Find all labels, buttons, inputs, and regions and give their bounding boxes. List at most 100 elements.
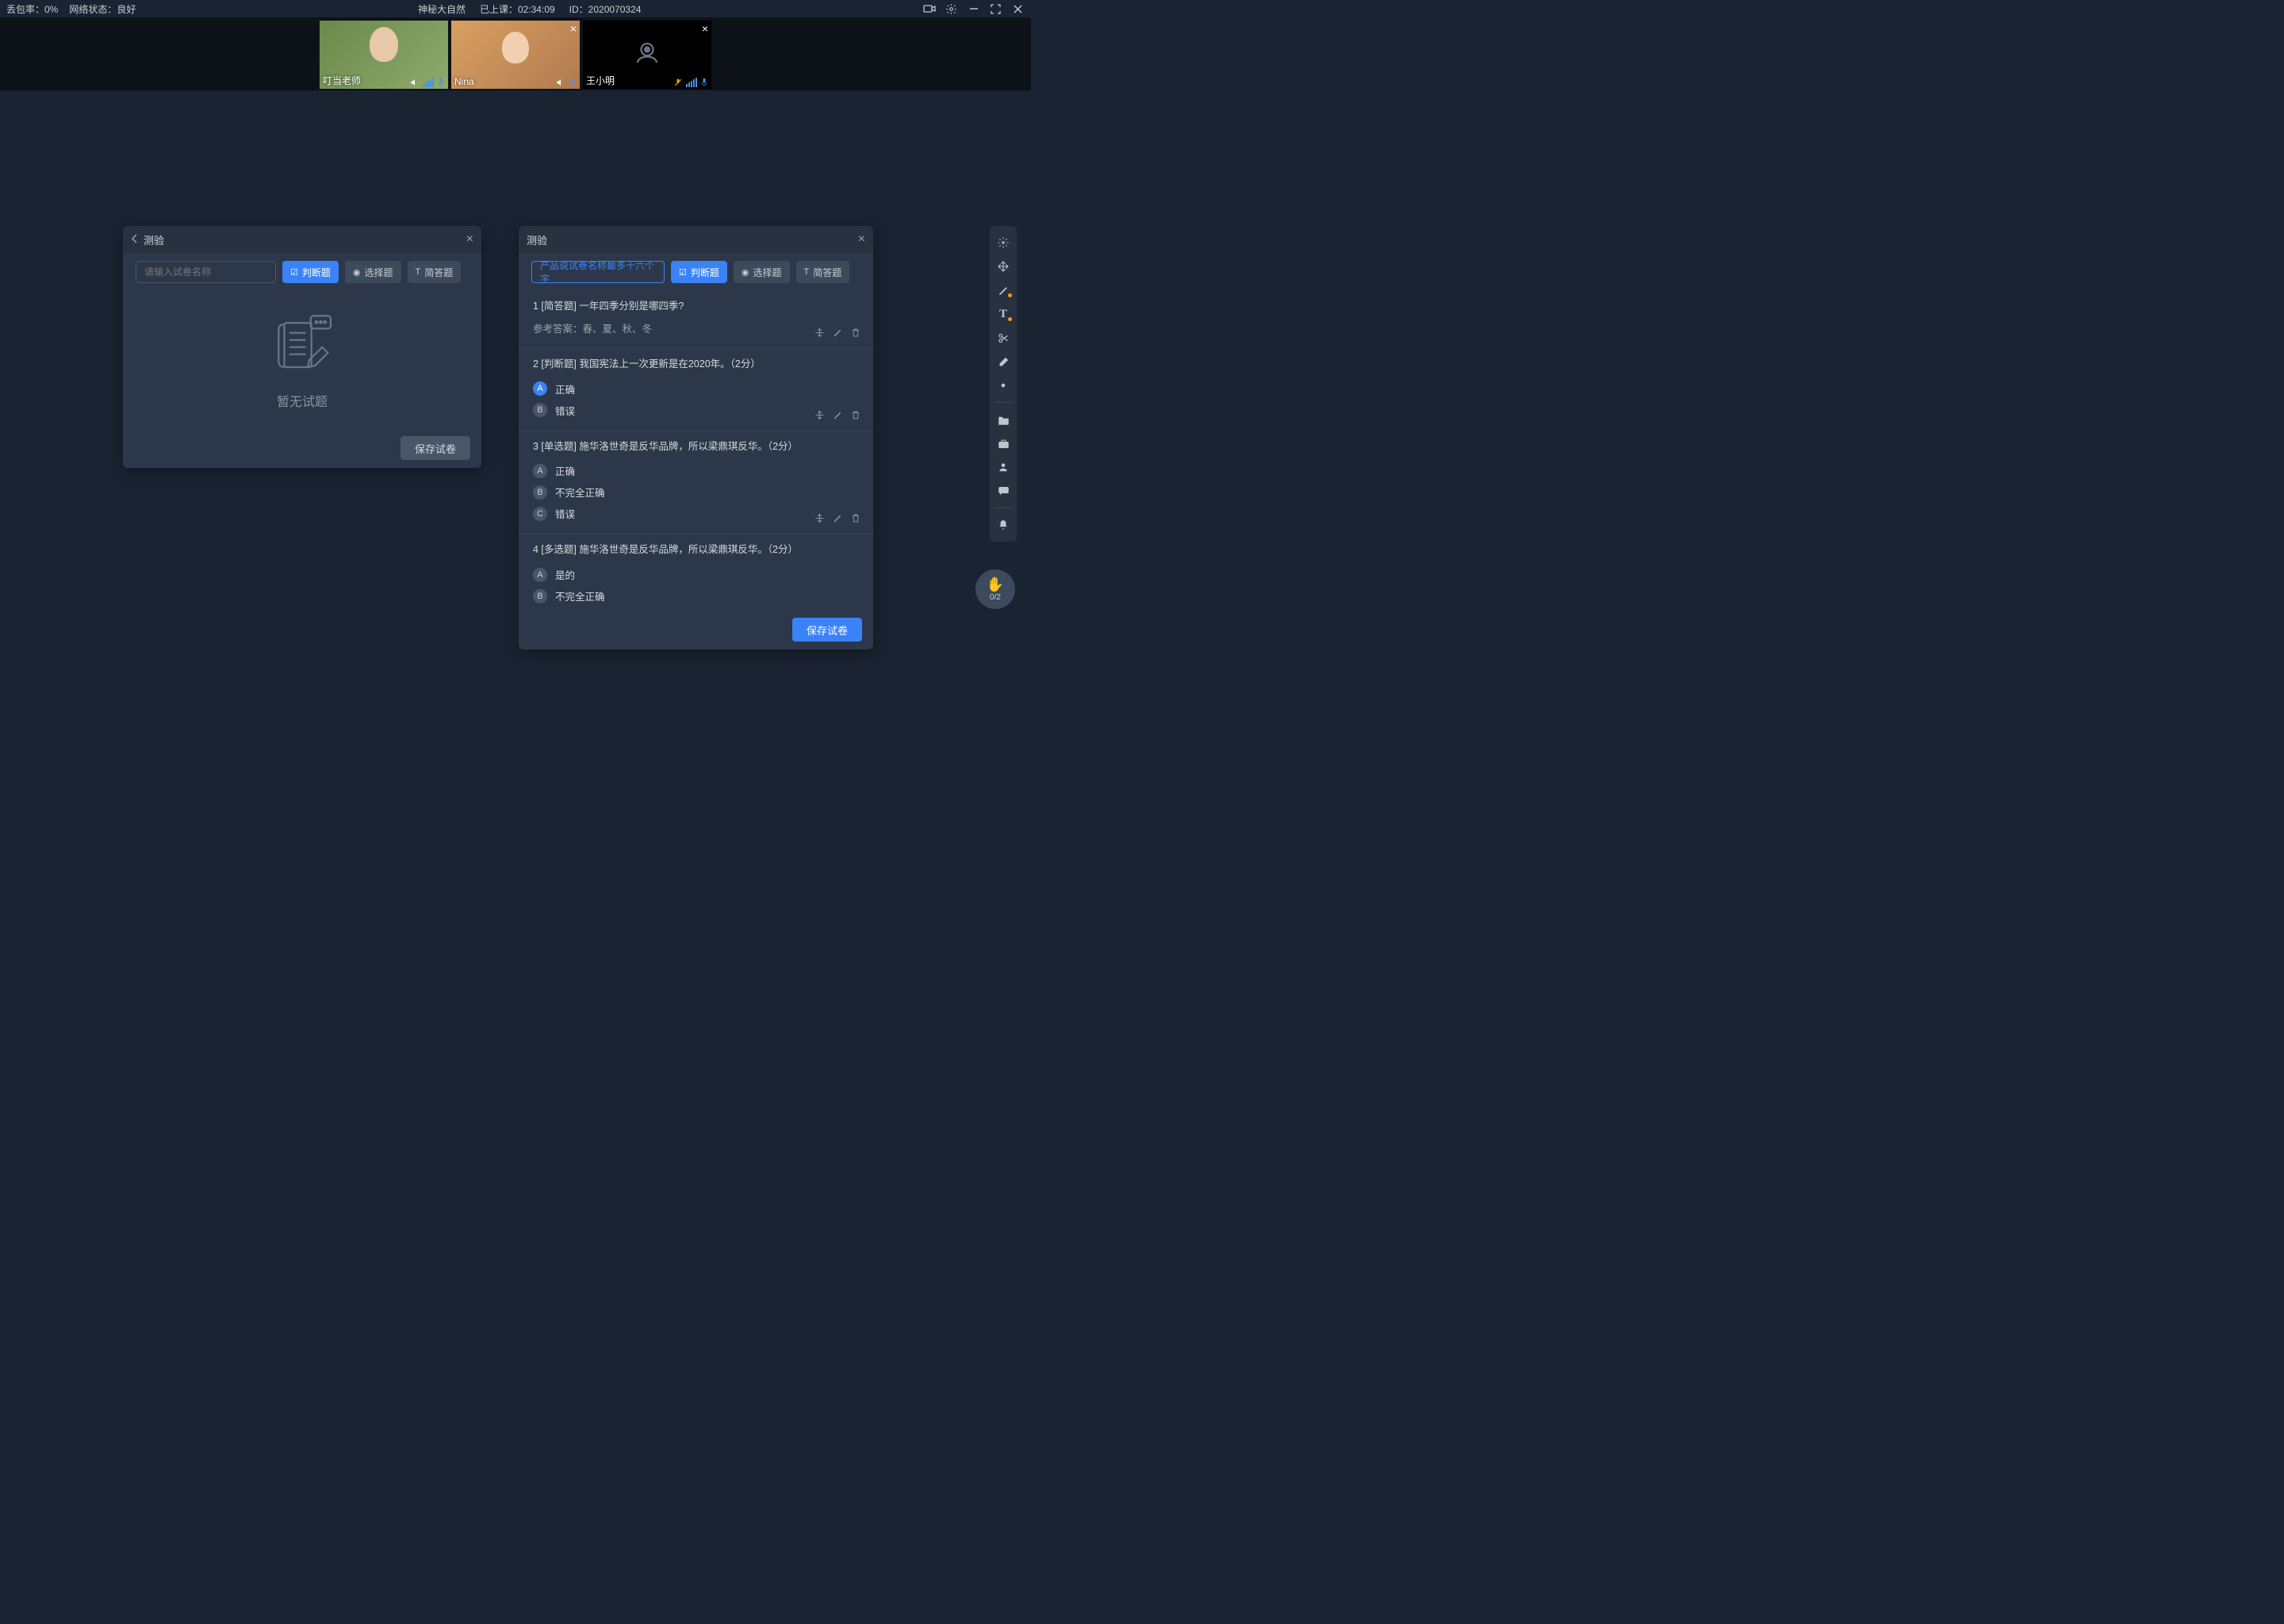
option-text: 不完全正确 (555, 485, 605, 500)
text-tool-icon[interactable]: T (993, 304, 1014, 324)
delete-icon[interactable] (851, 513, 860, 526)
back-icon[interactable] (131, 234, 139, 246)
delete-icon[interactable] (851, 327, 860, 340)
option-text: 正确 (555, 381, 575, 396)
add-judge-button[interactable]: ☑ 判断题 (282, 261, 339, 283)
question-title: 4 [多选题] 施华洛世奇是反华品牌，所以梁鼎琪反华。（2分） (533, 542, 859, 557)
close-icon[interactable]: × (570, 22, 577, 35)
question-item: 1 [简答题] 一年四季分别是哪四季?参考答案：春、夏、秋、冬 (519, 291, 873, 349)
close-icon[interactable]: × (702, 22, 708, 35)
settings-icon[interactable] (945, 2, 958, 15)
option-row[interactable]: A是的 (533, 564, 859, 585)
delete-icon[interactable] (851, 410, 860, 423)
judge-icon: ☑ (679, 267, 687, 278)
question-item: 3 [单选题] 施华洛世奇是反华品牌，所以梁鼎琪反华。（2分） A正确B不完全正确… (519, 431, 873, 535)
option-text: 错误 (555, 403, 575, 418)
chat-icon[interactable] (993, 481, 1014, 501)
quiz-toolbar: ☑ 判断题 ◉ 选择题 T 简答题 (123, 253, 481, 291)
add-choice-button[interactable]: ◉ 选择题 (345, 261, 401, 283)
close-window-icon[interactable] (1012, 2, 1025, 15)
empty-text: 暂无试题 (277, 391, 328, 410)
option-letter: C (533, 507, 547, 521)
judge-icon: ☑ (290, 267, 298, 278)
edit-icon[interactable] (833, 410, 843, 423)
signal-icon (423, 78, 434, 87)
camera-toggle-icon[interactable] (923, 2, 936, 15)
volume-icon (410, 78, 420, 87)
pointer-tool-icon[interactable] (993, 232, 1014, 253)
option-row[interactable]: A正确 (533, 460, 859, 481)
video-name-label: 王小明 (586, 74, 615, 87)
move-icon[interactable] (814, 327, 825, 340)
bell-icon[interactable] (993, 515, 1014, 535)
option-letter: A (533, 381, 547, 396)
panel-header: 测验 × (519, 226, 873, 253)
text-icon: T (416, 267, 421, 277)
empty-illustration-icon (266, 310, 338, 381)
add-choice-button[interactable]: ◉ 选择题 (734, 261, 790, 283)
video-tile-student-2[interactable]: × 王小明 (583, 21, 711, 89)
quiz-name-input[interactable] (136, 261, 276, 283)
option-row[interactable]: B 错误 (533, 400, 859, 421)
scissors-tool-icon[interactable] (993, 327, 1014, 348)
add-judge-button[interactable]: ☑ 判断题 (671, 261, 727, 283)
save-quiz-button[interactable]: 保存试卷 (400, 436, 470, 460)
question-list[interactable]: 1 [简答题] 一年四季分别是哪四季?参考答案：春、夏、秋、冬 2 [判断题] 我… (519, 291, 873, 610)
close-icon[interactable]: × (858, 232, 865, 247)
quiz-panel-empty: 测验 × ☑ 判断题 ◉ 选择题 T 简答题 (123, 226, 481, 468)
video-name-label: 叮当老师 (323, 74, 361, 87)
minimize-icon[interactable] (968, 2, 980, 15)
brightness-tool-icon[interactable] (993, 375, 1014, 396)
question-actions (814, 327, 860, 340)
pen-tool-icon[interactable] (993, 280, 1014, 301)
signal-icon (686, 78, 697, 87)
raise-hand-fab[interactable]: ✋ 0/2 (975, 569, 1015, 609)
question-title: 2 [判断题] 我国宪法上一次更新是在2020年。（2分） (533, 357, 859, 372)
option-row[interactable]: C错误 (533, 503, 859, 524)
mic-muted-icon (673, 78, 683, 87)
quiz-toolbar: 产品说试卷名称最多十六个字 ☑ 判断题 ◉ 选择题 T 简答题 (519, 253, 873, 291)
question-title: 3 [单选题] 施华洛世奇是反华品牌，所以梁鼎琪反华。（2分） (533, 439, 859, 454)
option-row[interactable]: B不完全正确 (533, 481, 859, 503)
edit-icon[interactable] (833, 513, 843, 526)
choice-icon: ◉ (742, 267, 749, 278)
move-icon[interactable] (814, 513, 825, 526)
option-row[interactable]: B不完全正确 (533, 585, 859, 607)
option-letter: B (533, 403, 547, 417)
option-text: 是的 (555, 567, 575, 582)
folder-icon[interactable] (993, 409, 1014, 430)
briefcase-icon[interactable] (993, 433, 1014, 454)
session-id-label: ID：2020070324 (569, 2, 642, 16)
edit-icon[interactable] (833, 327, 843, 340)
question-item: 2 [判断题] 我国宪法上一次更新是在2020年。（2分） A 正确 B 错误 (519, 349, 873, 431)
close-icon[interactable]: × (466, 232, 473, 247)
option-row[interactable]: A 正确 (533, 378, 859, 400)
quiz-name-input[interactable]: 产品说试卷名称最多十六个字 (531, 261, 665, 283)
option-letter: B (533, 589, 547, 603)
question-actions (814, 513, 860, 526)
elapsed-time-label: 已上课：02:34:09 (480, 2, 555, 16)
panel-header: 测验 × (123, 226, 481, 253)
video-tile-teacher[interactable]: 叮当老师 (320, 21, 448, 89)
question-item: 4 [多选题] 施华洛世奇是反华品牌，所以梁鼎琪反华。（2分） A是的B不完全正确… (519, 534, 873, 610)
add-short-answer-button[interactable]: T 简答题 (408, 261, 462, 283)
mic-icon (700, 78, 708, 87)
person-icon[interactable] (993, 457, 1014, 477)
option-row[interactable]: C错误 (533, 607, 859, 610)
save-quiz-button[interactable]: 保存试卷 (792, 618, 862, 642)
video-name-label: Nina (454, 76, 474, 87)
panel-title: 测验 (527, 232, 547, 247)
top-status-bar: 丢包率：0% 网络状态：良好 神秘大自然 已上课：02:34:09 ID：202… (0, 0, 1031, 17)
mic-icon (437, 78, 445, 87)
choice-icon: ◉ (353, 267, 361, 278)
camera-off-icon (633, 39, 661, 71)
hand-count: 0/2 (990, 593, 1001, 602)
maximize-icon[interactable] (990, 2, 1002, 15)
video-tile-student-1[interactable]: × Nina (451, 21, 580, 89)
video-thumbnails-row: 叮当老师 × Nina × 王小明 (0, 17, 1031, 90)
panel-title: 测验 (144, 232, 164, 247)
add-short-answer-button[interactable]: T 简答题 (796, 261, 850, 283)
move-tool-icon[interactable] (993, 256, 1014, 277)
eraser-tool-icon[interactable] (993, 351, 1014, 372)
move-icon[interactable] (814, 410, 825, 423)
